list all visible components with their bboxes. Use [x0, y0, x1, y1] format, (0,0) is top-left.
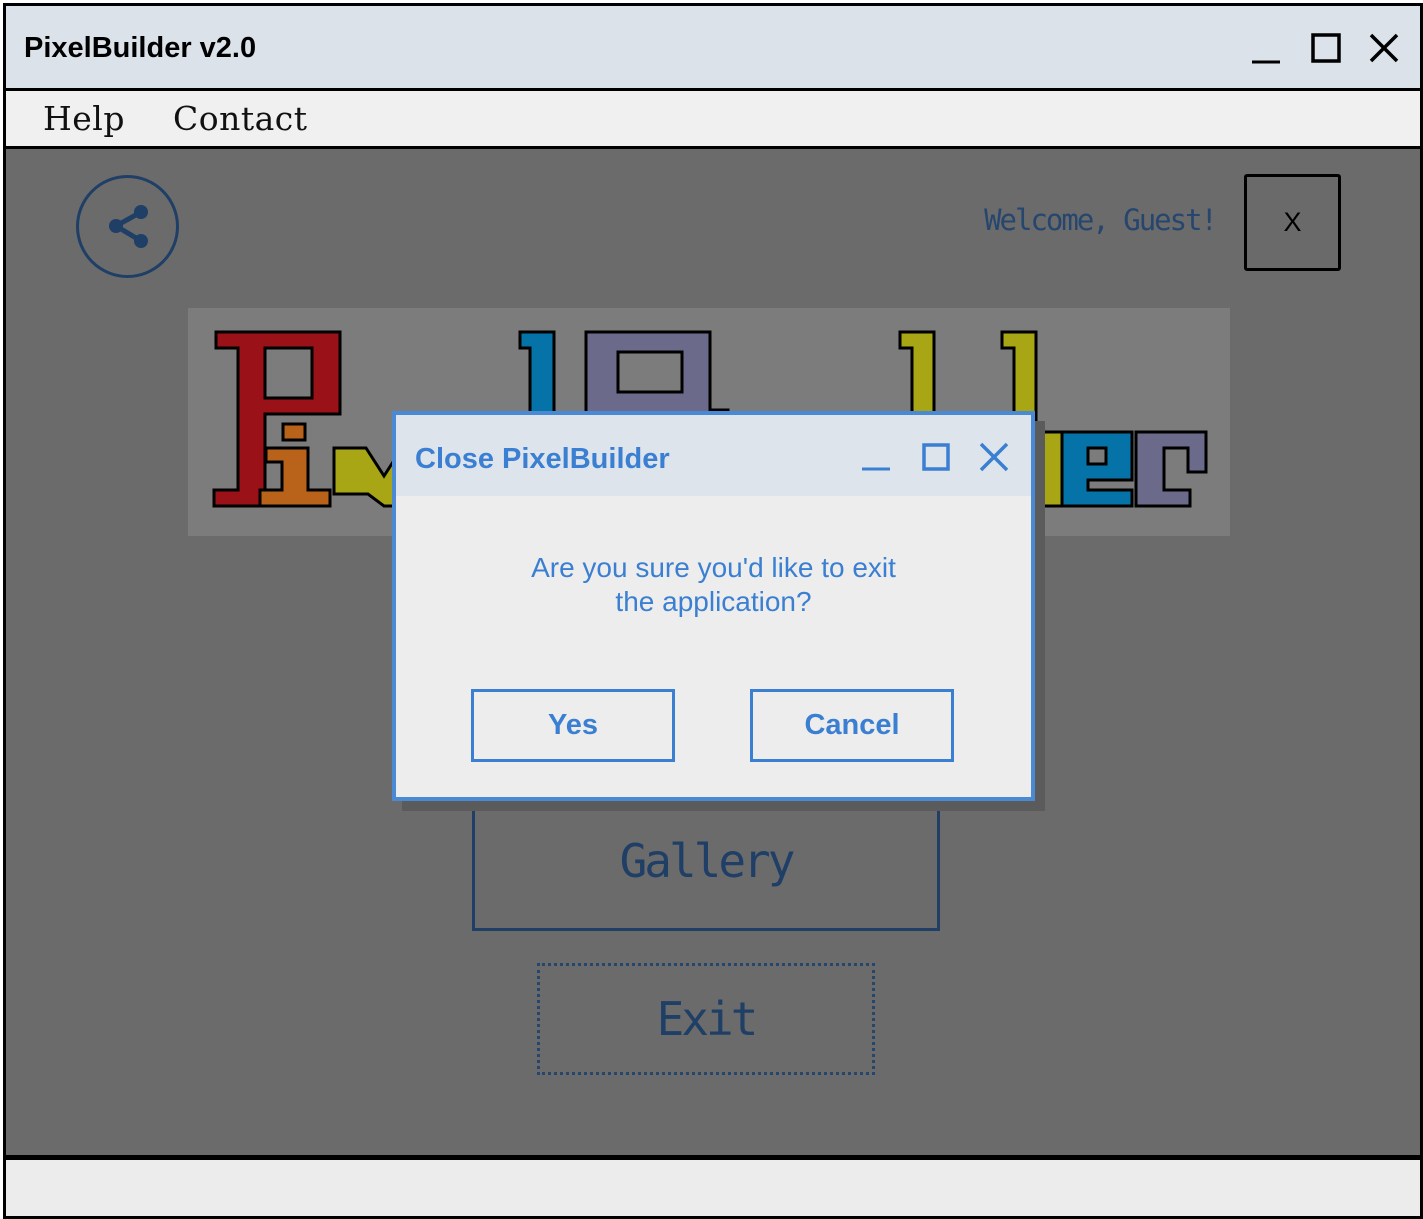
- share-button[interactable]: [76, 175, 179, 278]
- dialog-title: Close PixelBuilder: [415, 443, 670, 475]
- gallery-button[interactable]: Gallery: [472, 791, 940, 931]
- dialog-minimize-icon[interactable]: [858, 439, 894, 475]
- maximize-icon[interactable]: [1306, 28, 1346, 68]
- menu-item-help[interactable]: Help: [43, 99, 125, 138]
- title-bar: PixelBuilder v2.0: [6, 6, 1420, 91]
- minimize-icon[interactable]: [1246, 28, 1286, 68]
- cancel-button[interactable]: Cancel: [750, 689, 954, 762]
- yes-button[interactable]: Yes: [471, 689, 675, 762]
- exit-confirm-dialog: Close PixelBuilder Are you sure you'd li…: [392, 411, 1035, 801]
- menu-bar: Help Contact: [6, 91, 1420, 149]
- close-app-label: X: [1283, 207, 1302, 237]
- dialog-close-icon[interactable]: [976, 439, 1012, 475]
- close-app-button[interactable]: X: [1244, 174, 1341, 271]
- welcome-text: Welcome, Guest!: [984, 203, 1218, 237]
- gallery-label: Gallery: [619, 834, 796, 888]
- dialog-message: Are you sure you'd like to exit the appl…: [396, 551, 1031, 619]
- exit-button[interactable]: Exit: [537, 963, 875, 1075]
- share-icon: [109, 205, 148, 248]
- dialog-title-bar: Close PixelBuilder: [396, 415, 1031, 496]
- yes-label: Yes: [548, 709, 598, 741]
- menu-item-contact[interactable]: Contact: [173, 99, 308, 138]
- status-bar: [6, 1155, 1420, 1216]
- exit-label: Exit: [656, 992, 759, 1046]
- close-icon[interactable]: [1364, 28, 1404, 68]
- dialog-message-line2: the application?: [615, 586, 812, 617]
- dialog-message-line1: Are you sure you'd like to exit: [531, 552, 896, 583]
- app-title: PixelBuilder v2.0: [24, 32, 257, 64]
- dialog-maximize-icon[interactable]: [918, 439, 954, 475]
- cancel-label: Cancel: [804, 709, 900, 741]
